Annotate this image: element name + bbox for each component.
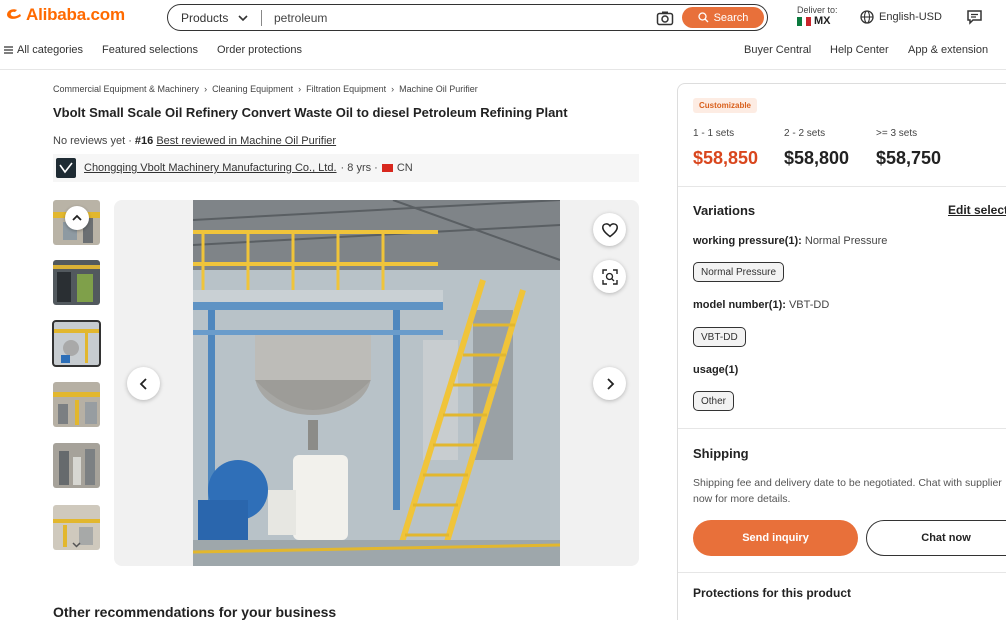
panel-divider [678, 428, 1006, 429]
message-icon[interactable] [966, 9, 983, 25]
thumbnail-1[interactable] [53, 200, 100, 245]
supplier-name-link[interactable]: Chongqing Vbolt Machinery Manufacturing … [84, 162, 337, 174]
variation-value: VBT-DD [788, 299, 830, 311]
reviews-line: No reviews yet · #16 Best reviewed in Ma… [53, 135, 336, 147]
breadcrumb-item[interactable]: Cleaning Equipment [212, 84, 293, 94]
tier-price-1: $58,850 [693, 148, 759, 168]
variation-name: usage(1) [693, 364, 739, 376]
nav-divider [0, 69, 1006, 70]
breadcrumb-separator: › [298, 84, 302, 94]
camera-search-icon[interactable] [656, 10, 674, 26]
panel-divider [678, 572, 1006, 573]
supplier-years: · 8 yrs · [340, 162, 378, 174]
supplier-country: CN [396, 162, 413, 174]
search-icon [697, 12, 709, 23]
search-type-select[interactable]: Products [168, 11, 261, 25]
variation-chip-vbt-dd[interactable]: VBT-DD [693, 327, 746, 347]
deliver-to[interactable]: Deliver to: MX [797, 5, 838, 27]
heart-icon [601, 222, 618, 237]
breadcrumb-separator: › [391, 84, 395, 94]
product-gallery [114, 200, 639, 566]
product-title: Vbolt Small Scale Oil Refinery Convert W… [53, 105, 568, 120]
tier-qty-2: 2 - 2 sets [784, 128, 826, 139]
main-nav: All categories Featured selections Order… [0, 38, 1006, 64]
cn-flag-icon [381, 164, 393, 172]
variation-label-model: model number(1): VBT-DD [693, 299, 829, 311]
protections-title: Protections for this product [693, 586, 852, 600]
thumbnail-3-selected[interactable] [52, 320, 101, 367]
reviews-text: No reviews yet · [53, 135, 132, 147]
send-inquiry-button[interactable]: Send inquiry [693, 520, 858, 556]
language-label: English-USD [879, 11, 942, 23]
variation-label-usage: usage(1) [693, 364, 738, 376]
edit-selections-link[interactable]: Edit selections [948, 203, 1006, 217]
nav-all-categories-label: All categories [17, 44, 84, 56]
tier-price-3: $58,750 [876, 148, 942, 168]
favorite-button[interactable] [593, 213, 626, 246]
search-type-label: Products [181, 10, 229, 25]
nav-order-protections[interactable]: Order protections [217, 44, 302, 56]
nav-featured-selections[interactable]: Featured selections [102, 44, 198, 56]
menu-icon [4, 46, 13, 54]
nav-buyer-central[interactable]: Buyer Central [744, 44, 811, 56]
search-bar: Products petroleum Search [167, 4, 768, 31]
breadcrumb-separator: › [204, 84, 208, 94]
variation-value: Normal Pressure [804, 235, 888, 247]
search-input[interactable]: petroleum [274, 11, 656, 25]
chevron-down-icon [238, 14, 248, 21]
top-header: Alibaba.com Products petroleum Search De… [0, 0, 1006, 36]
rank-link[interactable]: Best reviewed in Machine Oil Purifier [156, 135, 336, 147]
shipping-text: Shipping fee and delivery date to be neg… [693, 477, 1002, 505]
breadcrumb-item[interactable]: Filtration Equipment [306, 84, 386, 94]
chevron-left-icon [139, 377, 147, 390]
thumbnail-6[interactable] [53, 505, 100, 550]
alibaba-logo[interactable]: Alibaba.com [4, 5, 125, 25]
variation-label-pressure: working pressure(1): Normal Pressure [693, 235, 887, 247]
recommendations-heading: Other recommendations for your business [53, 604, 337, 620]
panel-divider [678, 186, 1006, 187]
tier-qty-3: >= 3 sets [876, 128, 918, 139]
logo-text: Alibaba.com [26, 5, 125, 24]
chevron-right-icon [606, 377, 614, 390]
main-product-image[interactable] [193, 200, 560, 566]
variations-title: Variations [693, 203, 756, 218]
variation-name: model number(1): [693, 299, 786, 311]
next-image-button[interactable] [593, 367, 626, 400]
breadcrumb: Commercial Equipment & Machinery › Clean… [53, 84, 478, 94]
image-search-icon [601, 268, 618, 285]
thumbnail-4[interactable] [53, 382, 100, 427]
thumbnail-2[interactable] [53, 260, 100, 305]
globe-icon [860, 10, 874, 24]
nav-app-extension[interactable]: App & extension [908, 44, 988, 56]
breadcrumb-item[interactable]: Commercial Equipment & Machinery [53, 84, 199, 94]
shipping-title: Shipping [693, 446, 749, 461]
image-search-button[interactable] [593, 260, 626, 293]
variation-name: working pressure(1): [693, 235, 802, 247]
rank-number: #16 [134, 135, 154, 147]
previous-image-button[interactable] [127, 367, 160, 400]
mx-flag-icon [797, 17, 812, 26]
thumbnail-5[interactable] [53, 443, 100, 488]
deliver-country: MX [814, 15, 831, 27]
variation-chip-normal-pressure[interactable]: Normal Pressure [693, 262, 785, 282]
supplier-bar: Chongqing Vbolt Machinery Manufacturing … [53, 154, 639, 182]
alibaba-logo-icon [7, 9, 21, 19]
search-button[interactable]: Search [682, 7, 764, 28]
nav-help-center[interactable]: Help Center [830, 44, 889, 56]
search-button-label: Search [713, 11, 749, 24]
chevron-up-icon [72, 214, 82, 221]
chevron-down-icon[interactable] [71, 541, 82, 549]
supplier-logo [56, 158, 76, 178]
chat-now-button[interactable]: Chat now [866, 520, 1006, 556]
nav-all-categories[interactable]: All categories [4, 44, 83, 56]
variation-chip-other[interactable]: Other [693, 391, 735, 411]
breadcrumb-item[interactable]: Machine Oil Purifier [399, 84, 478, 94]
search-divider [261, 9, 262, 26]
thumbnail-scroll-up[interactable] [65, 206, 89, 230]
tier-qty-1: 1 - 1 sets [693, 128, 735, 139]
tier-price-2: $58,800 [784, 148, 850, 168]
language-selector[interactable]: English-USD [860, 10, 942, 24]
customizable-badge: Customizable [693, 98, 758, 113]
